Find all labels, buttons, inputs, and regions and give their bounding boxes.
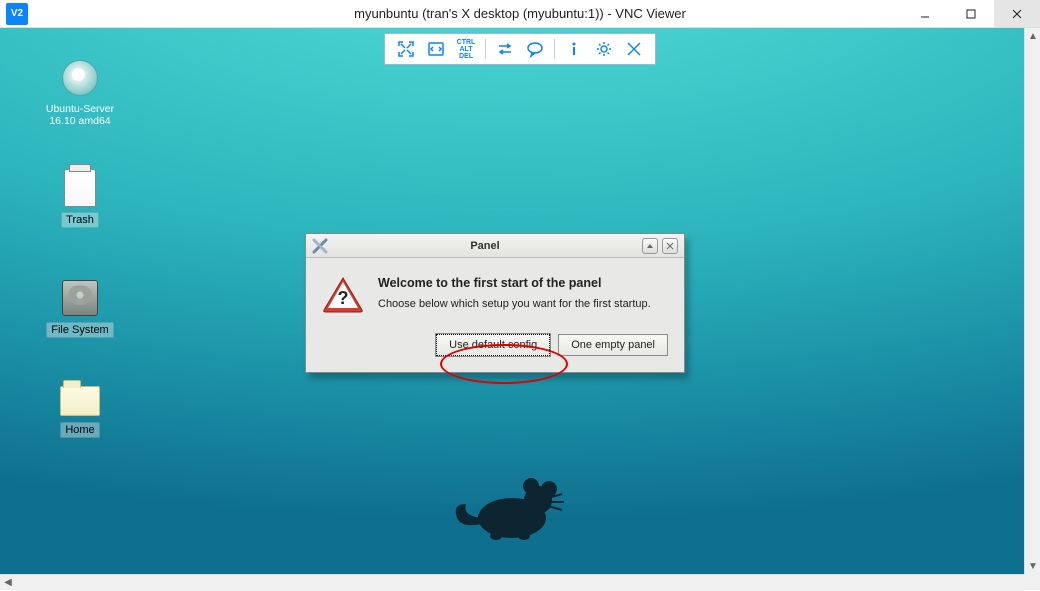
- panel-first-start-dialog: Panel ?: [305, 233, 685, 373]
- horizontal-scrollbar[interactable]: ◀ ▶: [0, 574, 1040, 590]
- dialog-shade-button[interactable]: [642, 238, 658, 254]
- fullscreen-icon[interactable]: [392, 37, 420, 61]
- toolbar-separator: [554, 39, 555, 59]
- maximize-button[interactable]: [948, 0, 994, 27]
- remote-desktop-viewport: Ubuntu-Server 16.10 amd64 Trash File Sys…: [0, 28, 1024, 574]
- desktop-icon-label: Home: [60, 422, 99, 438]
- vnc-toolbar: CTRL ALT DEL: [384, 33, 656, 65]
- desktop-icon-cd[interactable]: Ubuntu-Server 16.10 amd64: [38, 58, 122, 128]
- desktop-icon-label: Trash: [61, 212, 99, 228]
- desktop-icon-label: File System: [46, 322, 113, 338]
- close-button[interactable]: [994, 0, 1040, 27]
- scroll-down-icon[interactable]: ▼: [1025, 558, 1040, 574]
- gear-icon[interactable]: [590, 37, 618, 61]
- desktop-icon-trash[interactable]: Trash: [38, 168, 122, 228]
- toolbar-separator: [485, 39, 486, 59]
- remote-desktop[interactable]: Ubuntu-Server 16.10 amd64 Trash File Sys…: [0, 28, 1024, 574]
- trash-icon: [60, 168, 100, 208]
- dialog-close-button[interactable]: [662, 238, 678, 254]
- warning-icon: ?: [322, 276, 364, 314]
- scroll-track[interactable]: [16, 575, 1024, 591]
- folder-icon: [60, 378, 100, 418]
- window-controls: [902, 0, 1040, 27]
- info-icon[interactable]: [560, 37, 588, 61]
- cd-icon: [60, 58, 100, 98]
- desktop-icon-filesystem[interactable]: File System: [38, 278, 122, 338]
- window-fit-icon[interactable]: [422, 37, 450, 61]
- vertical-scrollbar[interactable]: ▲ ▼: [1024, 28, 1040, 574]
- dialog-titlebar[interactable]: Panel: [306, 234, 684, 258]
- use-default-config-button[interactable]: Use default config: [436, 334, 550, 356]
- drive-icon: [60, 278, 100, 318]
- window-title: myunbuntu (tran's X desktop (myubuntu:1)…: [0, 6, 1040, 21]
- xfce-mouse-icon: [452, 474, 572, 544]
- dialog-title: Panel: [328, 240, 642, 252]
- tools-icon: [312, 238, 328, 254]
- scroll-track[interactable]: [1025, 44, 1040, 558]
- dialog-body-text: Choose below which setup you want for th…: [378, 298, 651, 310]
- transfer-icon[interactable]: [491, 37, 519, 61]
- dialog-heading: Welcome to the first start of the panel: [378, 276, 651, 290]
- scrollbar-corner: [1024, 574, 1040, 590]
- scroll-up-icon[interactable]: ▲: [1025, 28, 1040, 44]
- disconnect-icon[interactable]: [620, 37, 648, 61]
- svg-text:?: ?: [338, 288, 349, 308]
- minimize-button[interactable]: [902, 0, 948, 27]
- desktop-icon-label: Ubuntu-Server 16.10 amd64: [42, 102, 118, 128]
- scroll-left-icon[interactable]: ◀: [0, 575, 16, 591]
- desktop-icon-home[interactable]: Home: [38, 378, 122, 438]
- chat-icon[interactable]: [521, 37, 549, 61]
- one-empty-panel-button[interactable]: One empty panel: [558, 334, 668, 356]
- vnc-titlebar: V2 myunbuntu (tran's X desktop (myubuntu…: [0, 0, 1040, 28]
- vnc-logo-icon: V2: [6, 3, 28, 25]
- ctrl-alt-del-button[interactable]: CTRL ALT DEL: [452, 37, 480, 61]
